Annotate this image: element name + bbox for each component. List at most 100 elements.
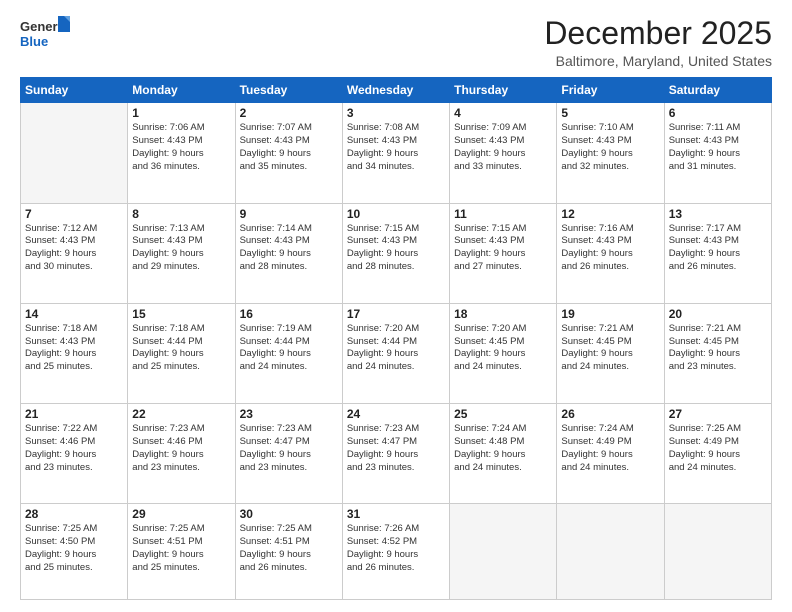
calendar-cell: [450, 504, 557, 600]
header-day-thursday: Thursday: [450, 78, 557, 103]
logo: General Blue: [20, 16, 72, 54]
day-info: Sunrise: 7:25 AM Sunset: 4:49 PM Dayligh…: [669, 423, 767, 474]
calendar-cell: 17 Sunrise: 7:20 AM Sunset: 4:44 PM Dayli…: [342, 303, 449, 403]
day-info: Sunrise: 7:06 AM Sunset: 4:43 PM Dayligh…: [132, 122, 230, 173]
calendar-cell: 25Sunrise: 7:24 AM Sunset: 4:48 PM Dayli…: [450, 404, 557, 504]
day-info: Sunrise: 7:23 AM Sunset: 4:46 PM Dayligh…: [132, 423, 230, 474]
header-day-friday: Friday: [557, 78, 664, 103]
calendar-cell: 16 Sunrise: 7:19 AM Sunset: 4:44 PM Dayli…: [235, 303, 342, 403]
calendar-cell: 7Sunrise: 7:12 AM Sunset: 4:43 PM Daylig…: [21, 203, 128, 303]
calendar-cell: 23 Sunrise: 7:23 AM Sunset: 4:47 PM Dayli…: [235, 404, 342, 504]
day-number: 1: [132, 106, 230, 120]
calendar-table: SundayMondayTuesdayWednesdayThursdayFrid…: [20, 77, 772, 600]
day-number: 10: [347, 207, 445, 221]
calendar-body: 1 Sunrise: 7:06 AM Sunset: 4:43 PM Daylig…: [21, 103, 772, 600]
day-number: 5: [561, 106, 659, 120]
day-number: 28: [25, 507, 123, 521]
header-day-monday: Monday: [128, 78, 235, 103]
day-number: 18: [454, 307, 552, 321]
day-info: Sunrise: 7:20 AM Sunset: 4:45 PM Dayligh…: [454, 323, 552, 374]
day-info: Sunrise: 7:23 AM Sunset: 4:47 PM Dayligh…: [240, 423, 338, 474]
day-info: Sunrise: 7:22 AM Sunset: 4:46 PM Dayligh…: [25, 423, 123, 474]
day-info: Sunrise: 7:07 AM Sunset: 4:43 PM Dayligh…: [240, 122, 338, 173]
day-info: Sunrise: 7:18 AM Sunset: 4:43 PM Dayligh…: [25, 323, 123, 374]
day-info: Sunrise: 7:17 AM Sunset: 4:43 PM Dayligh…: [669, 223, 767, 274]
day-info: Sunrise: 7:26 AM Sunset: 4:52 PM Dayligh…: [347, 523, 445, 574]
day-number: 22: [132, 407, 230, 421]
day-info: Sunrise: 7:18 AM Sunset: 4:44 PM Dayligh…: [132, 323, 230, 374]
calendar-cell: 27 Sunrise: 7:25 AM Sunset: 4:49 PM Dayli…: [664, 404, 771, 504]
svg-text:Blue: Blue: [20, 34, 48, 49]
calendar-cell: 24Sunrise: 7:23 AM Sunset: 4:47 PM Dayli…: [342, 404, 449, 504]
week-row-1: 1 Sunrise: 7:06 AM Sunset: 4:43 PM Daylig…: [21, 103, 772, 203]
day-number: 31: [347, 507, 445, 521]
main-title: December 2025: [544, 16, 772, 51]
day-number: 27: [669, 407, 767, 421]
calendar-cell: 10 Sunrise: 7:15 AM Sunset: 4:43 PM Dayli…: [342, 203, 449, 303]
day-info: Sunrise: 7:10 AM Sunset: 4:43 PM Dayligh…: [561, 122, 659, 173]
day-info: Sunrise: 7:16 AM Sunset: 4:43 PM Dayligh…: [561, 223, 659, 274]
week-row-4: 21 Sunrise: 7:22 AM Sunset: 4:46 PM Dayli…: [21, 404, 772, 504]
calendar-header-row: SundayMondayTuesdayWednesdayThursdayFrid…: [21, 78, 772, 103]
day-info: Sunrise: 7:09 AM Sunset: 4:43 PM Dayligh…: [454, 122, 552, 173]
day-number: 29: [132, 507, 230, 521]
day-info: Sunrise: 7:12 AM Sunset: 4:43 PM Dayligh…: [25, 223, 123, 274]
week-row-3: 14 Sunrise: 7:18 AM Sunset: 4:43 PM Dayli…: [21, 303, 772, 403]
calendar-cell: 22 Sunrise: 7:23 AM Sunset: 4:46 PM Dayli…: [128, 404, 235, 504]
day-number: 11: [454, 207, 552, 221]
calendar-cell: 5 Sunrise: 7:10 AM Sunset: 4:43 PM Daylig…: [557, 103, 664, 203]
day-number: 2: [240, 106, 338, 120]
title-block: December 2025 Baltimore, Maryland, Unite…: [544, 16, 772, 69]
calendar-cell: 8 Sunrise: 7:13 AM Sunset: 4:43 PM Daylig…: [128, 203, 235, 303]
day-number: 21: [25, 407, 123, 421]
calendar-cell: 1 Sunrise: 7:06 AM Sunset: 4:43 PM Daylig…: [128, 103, 235, 203]
day-info: Sunrise: 7:20 AM Sunset: 4:44 PM Dayligh…: [347, 323, 445, 374]
subtitle: Baltimore, Maryland, United States: [544, 53, 772, 69]
day-info: Sunrise: 7:13 AM Sunset: 4:43 PM Dayligh…: [132, 223, 230, 274]
day-info: Sunrise: 7:08 AM Sunset: 4:43 PM Dayligh…: [347, 122, 445, 173]
day-info: Sunrise: 7:21 AM Sunset: 4:45 PM Dayligh…: [561, 323, 659, 374]
calendar-cell: 26Sunrise: 7:24 AM Sunset: 4:49 PM Dayli…: [557, 404, 664, 504]
calendar-cell: 9Sunrise: 7:14 AM Sunset: 4:43 PM Daylig…: [235, 203, 342, 303]
header-day-sunday: Sunday: [21, 78, 128, 103]
calendar-cell: 6Sunrise: 7:11 AM Sunset: 4:43 PM Daylig…: [664, 103, 771, 203]
calendar-cell: 13 Sunrise: 7:17 AM Sunset: 4:43 PM Dayli…: [664, 203, 771, 303]
day-info: Sunrise: 7:23 AM Sunset: 4:47 PM Dayligh…: [347, 423, 445, 474]
calendar-cell: 31 Sunrise: 7:26 AM Sunset: 4:52 PM Dayli…: [342, 504, 449, 600]
calendar-cell: 14 Sunrise: 7:18 AM Sunset: 4:43 PM Dayli…: [21, 303, 128, 403]
logo-icon: General Blue: [20, 16, 72, 54]
day-info: Sunrise: 7:25 AM Sunset: 4:51 PM Dayligh…: [132, 523, 230, 574]
day-info: Sunrise: 7:15 AM Sunset: 4:43 PM Dayligh…: [347, 223, 445, 274]
day-info: Sunrise: 7:21 AM Sunset: 4:45 PM Dayligh…: [669, 323, 767, 374]
calendar-cell: 12 Sunrise: 7:16 AM Sunset: 4:43 PM Dayli…: [557, 203, 664, 303]
calendar-cell: 15 Sunrise: 7:18 AM Sunset: 4:44 PM Dayli…: [128, 303, 235, 403]
calendar-cell: 4 Sunrise: 7:09 AM Sunset: 4:43 PM Daylig…: [450, 103, 557, 203]
header-day-saturday: Saturday: [664, 78, 771, 103]
day-info: Sunrise: 7:19 AM Sunset: 4:44 PM Dayligh…: [240, 323, 338, 374]
day-number: 9: [240, 207, 338, 221]
week-row-2: 7Sunrise: 7:12 AM Sunset: 4:43 PM Daylig…: [21, 203, 772, 303]
day-number: 12: [561, 207, 659, 221]
calendar-cell: 19 Sunrise: 7:21 AM Sunset: 4:45 PM Dayli…: [557, 303, 664, 403]
day-number: 8: [132, 207, 230, 221]
calendar-cell: 21 Sunrise: 7:22 AM Sunset: 4:46 PM Dayli…: [21, 404, 128, 504]
day-info: Sunrise: 7:24 AM Sunset: 4:49 PM Dayligh…: [561, 423, 659, 474]
day-number: 20: [669, 307, 767, 321]
day-number: 19: [561, 307, 659, 321]
calendar-cell: 11Sunrise: 7:15 AM Sunset: 4:43 PM Dayli…: [450, 203, 557, 303]
day-number: 14: [25, 307, 123, 321]
day-number: 23: [240, 407, 338, 421]
day-number: 13: [669, 207, 767, 221]
week-row-5: 28Sunrise: 7:25 AM Sunset: 4:50 PM Dayli…: [21, 504, 772, 600]
calendar-cell: 3Sunrise: 7:08 AM Sunset: 4:43 PM Daylig…: [342, 103, 449, 203]
day-number: 6: [669, 106, 767, 120]
calendar-cell: 29 Sunrise: 7:25 AM Sunset: 4:51 PM Dayli…: [128, 504, 235, 600]
day-number: 15: [132, 307, 230, 321]
day-number: 16: [240, 307, 338, 321]
page: General Blue December 2025 Baltimore, Ma…: [0, 0, 792, 612]
calendar-cell: 2 Sunrise: 7:07 AM Sunset: 4:43 PM Daylig…: [235, 103, 342, 203]
day-number: 17: [347, 307, 445, 321]
day-number: 4: [454, 106, 552, 120]
calendar-cell: 28Sunrise: 7:25 AM Sunset: 4:50 PM Dayli…: [21, 504, 128, 600]
calendar-cell: [664, 504, 771, 600]
